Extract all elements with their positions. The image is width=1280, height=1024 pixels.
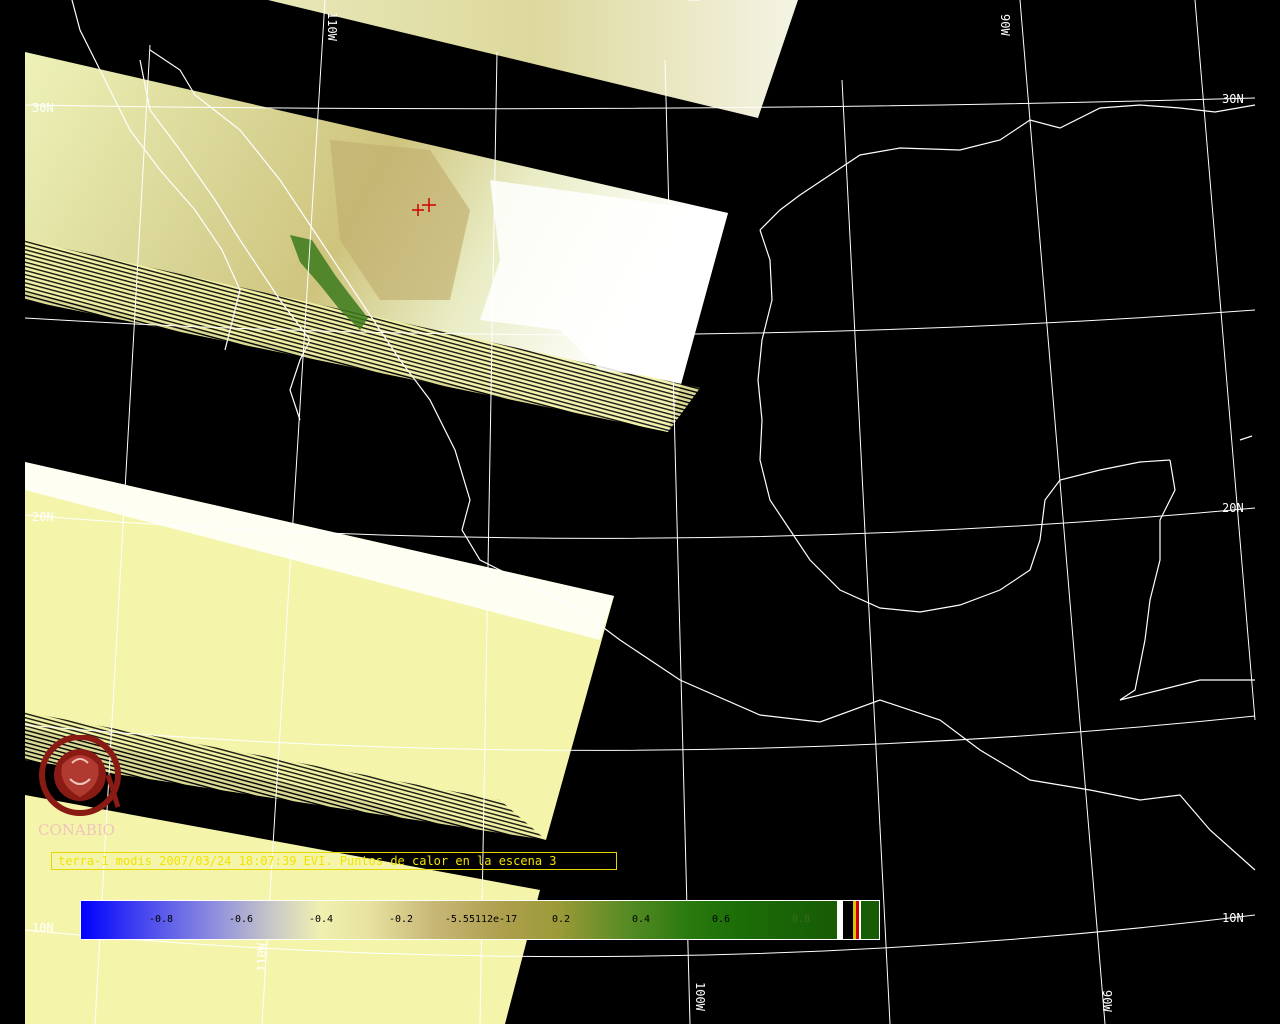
parallel-label-20n-left: 20N bbox=[32, 510, 54, 524]
colorbar-tick: -0.6 bbox=[228, 914, 254, 925]
colorbar-tick: 0.8 bbox=[791, 914, 811, 925]
colorbar-tick: -0.8 bbox=[148, 914, 174, 925]
meridian-label-110w-bottom: 110W bbox=[255, 942, 269, 972]
evi-colorbar: -0.8 -0.6 -0.4 -0.2 -5.55112e-17 0.2 0.4… bbox=[80, 900, 880, 940]
conabio-emblem-icon bbox=[39, 734, 121, 816]
colorbar-tick: -0.2 bbox=[388, 914, 414, 925]
meridian-label-100w-bottom: 100W bbox=[693, 982, 707, 1012]
colorbar-tick: 0.6 bbox=[711, 914, 731, 925]
colorbar-tick: -0.4 bbox=[308, 914, 334, 925]
map-view: 30N 30N 20N 20N 10N 10N 110W 90W 110W 10… bbox=[24, 0, 1256, 1024]
scene-caption: terra-1 modis 2007/03/24 18:07:39 EVI. P… bbox=[51, 852, 617, 870]
colorbar-tick: 0.4 bbox=[631, 914, 651, 925]
colorbar-black-band bbox=[843, 901, 853, 939]
swath-north bbox=[268, 0, 798, 118]
colorbar-white-band-2 bbox=[859, 901, 861, 939]
colorbar-ticks: -0.8 -0.6 -0.4 -0.2 -5.55112e-17 0.2 0.4… bbox=[81, 901, 879, 939]
conabio-logo-text: CONABIO bbox=[38, 821, 115, 839]
parallel-label-30n-right: 30N bbox=[1222, 92, 1244, 106]
meridian-label-90w-bottom: 90W bbox=[1100, 990, 1114, 1012]
conabio-logo: CONABIO bbox=[32, 734, 132, 841]
parallel-label-10n-left: 10N bbox=[32, 921, 54, 935]
colorbar-tick: 0.2 bbox=[551, 914, 571, 925]
meridian-label-110w-top: 110W bbox=[325, 12, 339, 42]
colorbar-tick: -5.55112e-17 bbox=[444, 914, 518, 925]
parallel-label-10n-right: 10N bbox=[1222, 911, 1244, 925]
meridian-label-90w-top: 90W bbox=[998, 14, 1012, 36]
parallel-label-30n-left: 30N bbox=[32, 101, 54, 115]
parallel-label-20n-right: 20N bbox=[1222, 501, 1244, 515]
